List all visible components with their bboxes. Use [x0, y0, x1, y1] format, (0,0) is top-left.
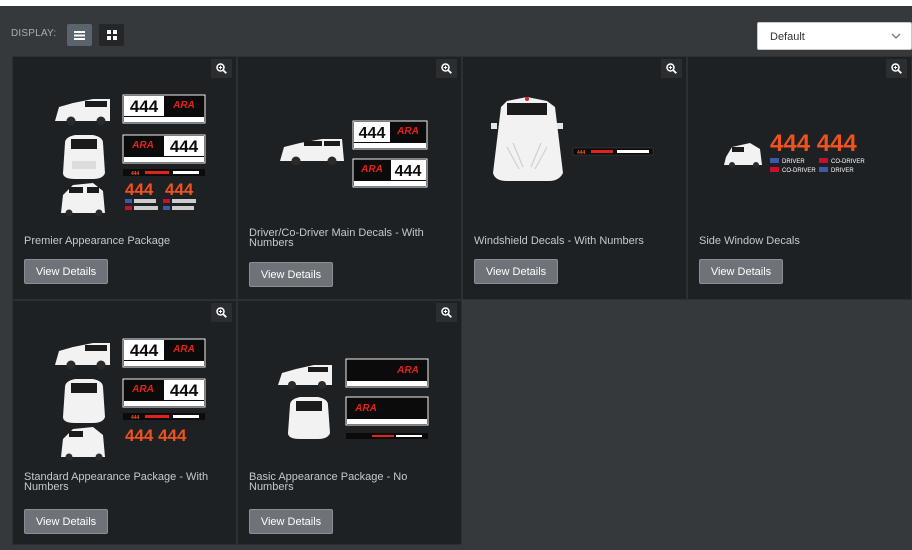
chevron-down-icon: [891, 33, 901, 39]
product-image: 444 444 DRIVER CO-DRIVER CO-DRIVER DRIVE…: [724, 130, 865, 174]
view-details-button[interactable]: View Details: [699, 259, 783, 284]
zoom-button[interactable]: [886, 59, 907, 78]
decal-brand-text: ARA: [396, 365, 419, 376]
car-front-illustration: [63, 379, 105, 423]
zoom-button[interactable]: [211, 303, 232, 322]
svg-text:CO-DRIVER: CO-DRIVER: [831, 159, 865, 165]
zoom-button[interactable]: [436, 303, 457, 322]
zoom-in-icon: [666, 63, 677, 74]
car-rear-illustration: [61, 183, 105, 217]
svg-text:ARA: ARA: [354, 403, 377, 414]
car-side-illustration: [55, 99, 110, 126]
product-card: 444 Windshield Decals - With Numbers Vie…: [462, 56, 687, 300]
zoom-in-icon: [891, 63, 902, 74]
list-view-icon: [74, 30, 85, 40]
zoom-in-icon: [216, 63, 227, 74]
product-card: 444 ARA ARA 444 Driver/Co-Driver Main De…: [237, 56, 462, 300]
svg-text:444: 444: [170, 381, 199, 400]
product-image: 444 ARA ARA 444 444 444 444: [55, 338, 206, 461]
view-details-button[interactable]: View Details: [249, 262, 333, 287]
decal-tag-text: 444: [577, 150, 586, 156]
sort-select-value: Default: [770, 31, 805, 43]
decal-brand-text: ARA: [172, 100, 195, 111]
view-details-button[interactable]: View Details: [474, 259, 558, 284]
product-title: Driver/Co-Driver Main Decals - With Numb…: [249, 227, 424, 249]
sort-select[interactable]: Default: [757, 22, 912, 50]
product-title: Standard Appearance Package - With Numbe…: [24, 471, 209, 493]
svg-text:CO-DRIVER: CO-DRIVER: [782, 168, 816, 174]
car-front-illustration: [288, 397, 330, 439]
display-label: DISPLAY:: [11, 28, 57, 39]
product-image: ARA ARA: [278, 358, 429, 439]
car-front-illustration: [491, 97, 563, 181]
svg-text:ARA: ARA: [131, 140, 154, 151]
svg-text:ARA: ARA: [360, 164, 383, 175]
decal-big-number-text: 444 444: [125, 426, 187, 445]
product-title: Premier Appearance Package: [24, 235, 171, 247]
product-catalog: DISPLAY: Default 444 ARA ARA 444 444 444…: [0, 6, 912, 550]
zoom-button[interactable]: [661, 59, 682, 78]
zoom-button[interactable]: [436, 59, 457, 78]
view-details-button[interactable]: View Details: [24, 509, 108, 534]
svg-text:ARA: ARA: [131, 384, 154, 395]
decal-brand-text: ARA: [172, 344, 195, 355]
zoom-button[interactable]: [211, 59, 232, 78]
view-details-button[interactable]: View Details: [24, 259, 108, 284]
product-image: 444 ARA ARA 444: [280, 120, 428, 188]
car-side-illustration: [278, 365, 332, 389]
car-side-illustration: [55, 343, 110, 370]
svg-text:444: 444: [165, 180, 194, 199]
product-title: Windshield Decals - With Numbers: [474, 235, 644, 247]
product-card: ARA ARA Basic Appearance Package - No Nu…: [237, 300, 462, 545]
svg-text:444: 444: [131, 415, 140, 421]
car-front-illustration: [63, 135, 105, 179]
decal-number-text: 444: [130, 97, 159, 116]
product-image: 444: [491, 97, 654, 181]
car-side-illustration: [280, 139, 344, 166]
zoom-in-icon: [441, 63, 452, 74]
product-image: 444 ARA ARA 444 444 444 444: [55, 94, 206, 217]
product-card: 444 444 DRIVER CO-DRIVER CO-DRIVER DRIVE…: [687, 56, 912, 300]
product-title: Basic Appearance Package - No Numbers: [249, 471, 408, 493]
view-details-button[interactable]: View Details: [249, 509, 333, 534]
car-rear-illustration: [724, 143, 762, 168]
zoom-in-icon: [441, 307, 452, 318]
zoom-in-icon: [216, 307, 227, 318]
grid-view-icon: [106, 30, 117, 40]
svg-text:DRIVER: DRIVER: [831, 168, 854, 174]
decal-number-text: 444: [359, 125, 386, 142]
decal-number-text: 444: [130, 341, 159, 360]
product-title: Side Window Decals: [699, 235, 800, 247]
grid-view-button[interactable]: [99, 24, 124, 46]
decal-brand-text: ARA: [396, 126, 419, 137]
svg-text:444: 444: [170, 137, 199, 156]
display-toolbar: DISPLAY: Default: [0, 6, 912, 56]
product-card: 444 ARA ARA 444 444 444 444 Standard App…: [12, 300, 237, 545]
svg-text:444: 444: [131, 171, 140, 177]
svg-text:DRIVER: DRIVER: [782, 159, 805, 165]
list-view-button[interactable]: [67, 24, 92, 46]
product-card: 444 ARA ARA 444 444 444 444 Premier Appe…: [12, 56, 237, 300]
svg-text:444: 444: [125, 180, 154, 199]
svg-text:444: 444: [395, 163, 422, 180]
car-rear-illustration: [61, 427, 105, 461]
decal-big-number-text: 444 444: [770, 130, 857, 157]
product-grid: 444 ARA ARA 444 444 444 444 Premier Appe…: [12, 56, 912, 550]
